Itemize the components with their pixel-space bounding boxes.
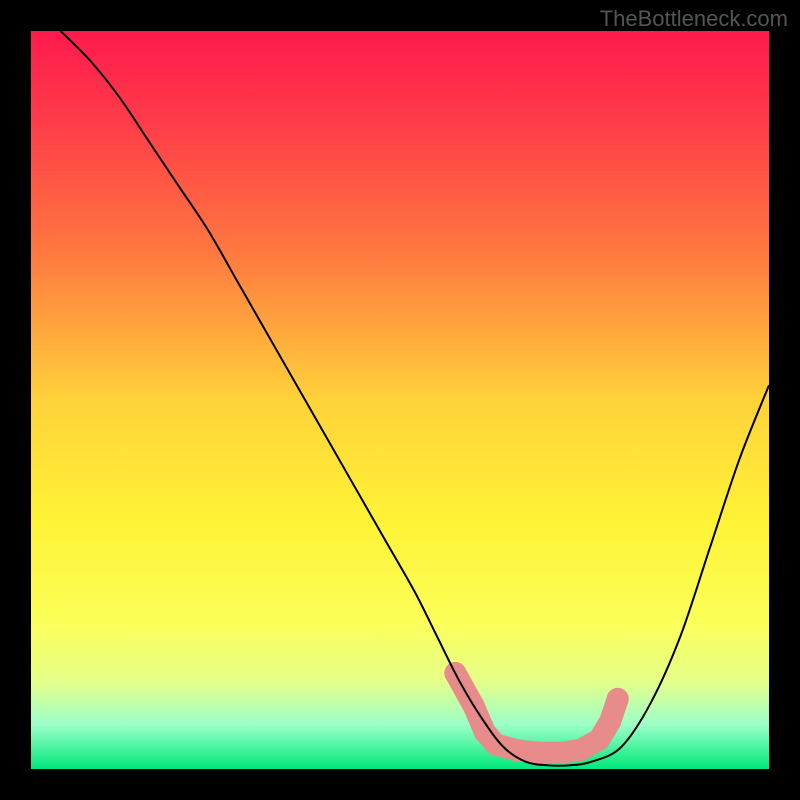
bottleneck-chart — [0, 0, 800, 800]
watermark-text: TheBottleneck.com — [600, 6, 788, 32]
plot-background — [31, 31, 769, 769]
chart-container: { "watermark": "TheBottleneck.com", "cha… — [0, 0, 800, 800]
